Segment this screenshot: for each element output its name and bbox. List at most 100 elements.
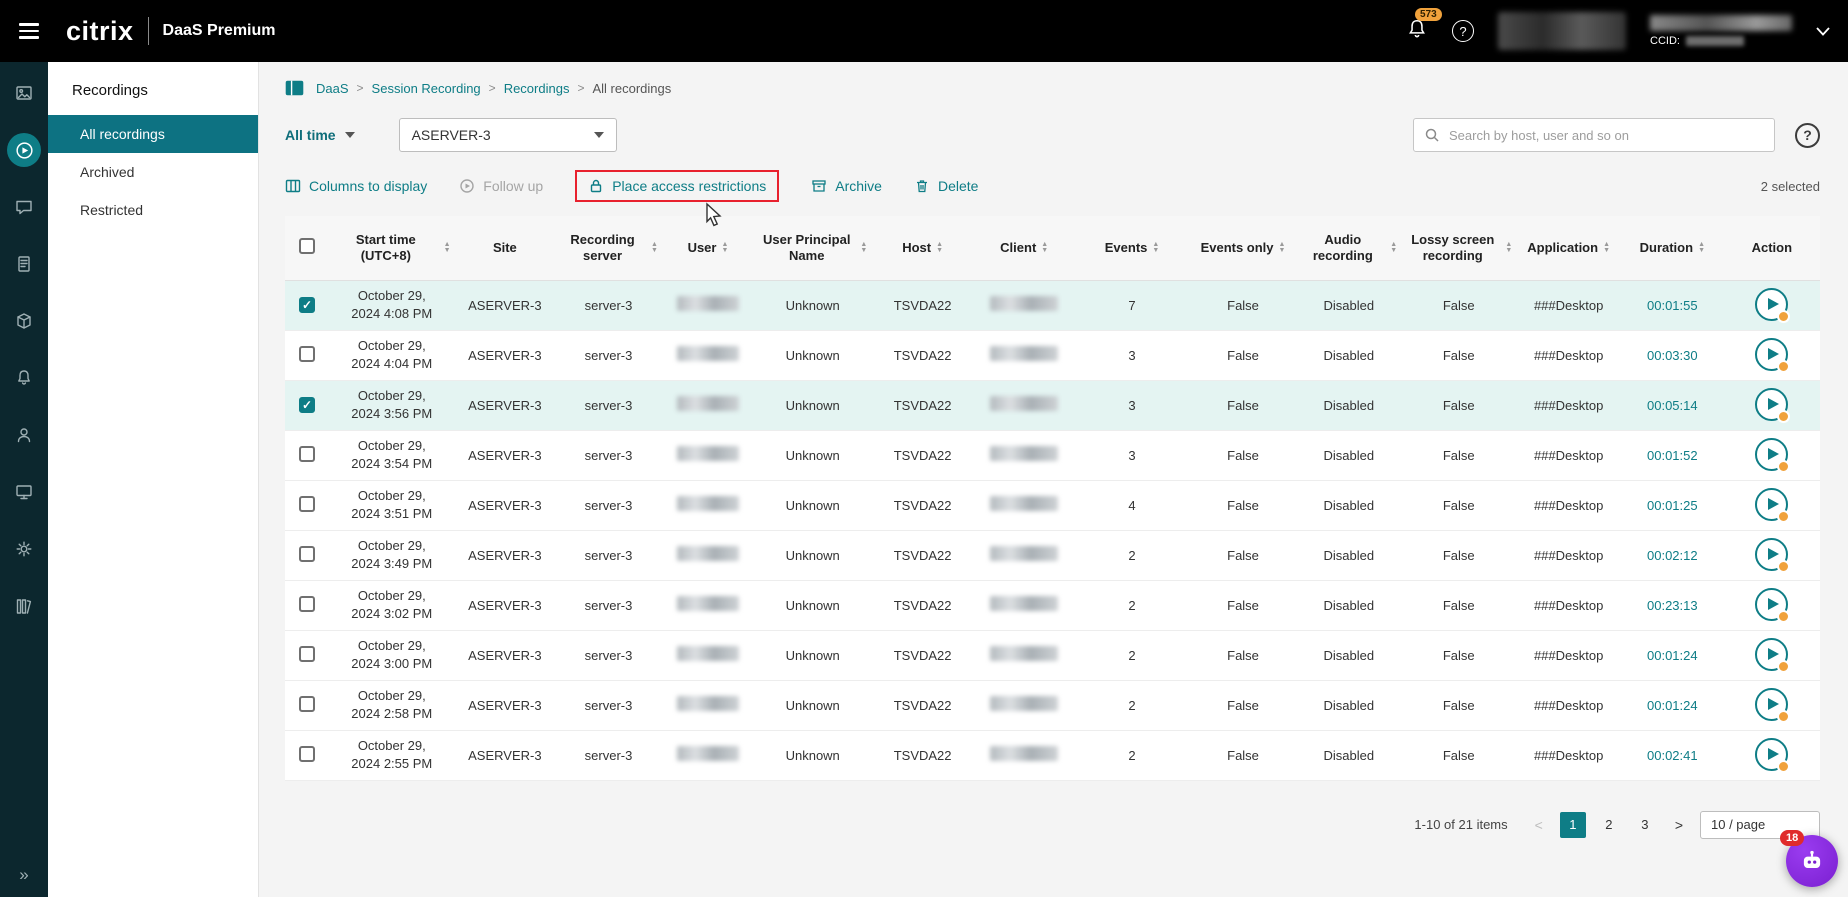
follow-up-button[interactable]: Follow up: [459, 178, 543, 194]
session-recordings-icon[interactable]: [7, 133, 41, 167]
play-recording-button[interactable]: [1755, 688, 1791, 723]
sort-icon[interactable]: ▲ ▼: [936, 241, 943, 254]
sort-icon[interactable]: ▲ ▼: [1041, 241, 1048, 254]
expand-rail-button[interactable]: »: [0, 865, 48, 885]
duration-link[interactable]: 00:03:30: [1647, 348, 1698, 363]
journal-icon[interactable]: [7, 247, 41, 281]
play-recording-button[interactable]: [1755, 388, 1791, 423]
row-checkbox[interactable]: [298, 397, 315, 413]
duration-link[interactable]: 00:23:13: [1647, 598, 1698, 613]
recording-row[interactable]: October 29, 2024 2:58 PM ASERVER-3 serve…: [285, 680, 1820, 731]
column-header-events[interactable]: Events ▲ ▼: [1074, 216, 1190, 281]
duration-link[interactable]: 00:05:14: [1647, 398, 1698, 413]
play-recording-button[interactable]: [1755, 638, 1791, 673]
duration-link[interactable]: 00:02:41: [1647, 748, 1698, 763]
delete-button[interactable]: Delete: [914, 178, 978, 194]
sort-icon[interactable]: ▲ ▼: [860, 241, 867, 254]
identity-icon[interactable]: [7, 418, 41, 452]
recording-row[interactable]: October 29, 2024 3:00 PM ASERVER-3 serve…: [285, 630, 1820, 681]
play-recording-button[interactable]: [1755, 288, 1791, 323]
row-checkbox[interactable]: [298, 745, 315, 762]
column-header-client[interactable]: Client ▲ ▼: [973, 216, 1075, 281]
server-filter-select[interactable]: ASERVER-3: [398, 118, 617, 152]
sort-icon[interactable]: ▲ ▼: [1390, 241, 1397, 254]
recording-row[interactable]: October 29, 2024 3:56 PM ASERVER-3 serve…: [285, 380, 1820, 431]
duration-link[interactable]: 00:01:25: [1647, 498, 1698, 513]
row-checkbox[interactable]: [298, 545, 315, 562]
breadcrumb-item[interactable]: Session Recording: [372, 81, 481, 96]
recording-row[interactable]: October 29, 2024 3:49 PM ASERVER-3 serve…: [285, 530, 1820, 581]
duration-link[interactable]: 00:02:12: [1647, 548, 1698, 563]
column-header-user[interactable]: User ▲ ▼: [661, 216, 755, 281]
page-button-2[interactable]: 2: [1596, 812, 1622, 838]
breadcrumb-item[interactable]: Recordings: [504, 81, 570, 96]
column-header-site[interactable]: Site: [454, 216, 556, 281]
column-header-lossy_screen_recording[interactable]: Lossy screen recording ▲ ▼: [1401, 216, 1517, 281]
sort-icon[interactable]: ▲ ▼: [1505, 241, 1512, 254]
column-header-user_principal_name[interactable]: User Principal Name ▲ ▼: [754, 216, 872, 281]
play-recording-button[interactable]: [1755, 338, 1791, 373]
duration-link[interactable]: 00:01:24: [1647, 698, 1698, 713]
page-button-1[interactable]: 1: [1559, 811, 1586, 838]
recording-row[interactable]: October 29, 2024 3:51 PM ASERVER-3 serve…: [285, 480, 1820, 531]
alerts-icon[interactable]: [7, 361, 41, 395]
recording-row[interactable]: October 29, 2024 4:04 PM ASERVER-3 serve…: [285, 330, 1820, 381]
play-recording-button[interactable]: [1755, 538, 1791, 573]
page-help-button[interactable]: ?: [1795, 122, 1820, 148]
packages-icon[interactable]: [7, 304, 41, 338]
column-header-start_time[interactable]: Start time (UTC+8) ▲ ▼: [328, 216, 455, 281]
row-checkbox[interactable]: [298, 595, 315, 612]
duration-link[interactable]: 00:01:52: [1647, 448, 1698, 463]
play-recording-button[interactable]: [1755, 738, 1791, 773]
duration-link[interactable]: 00:01:55: [1647, 298, 1698, 313]
account-menu-chevron-icon[interactable]: [1816, 26, 1830, 36]
next-page-button[interactable]: >: [1672, 817, 1686, 833]
page-button-3[interactable]: 3: [1632, 812, 1658, 838]
play-recording-button[interactable]: [1755, 588, 1791, 623]
recording-row[interactable]: October 29, 2024 2:55 PM ASERVER-3 serve…: [285, 730, 1820, 781]
recording-row[interactable]: October 29, 2024 4:08 PM ASERVER-3 serve…: [285, 280, 1820, 331]
sidebar-item-archived[interactable]: Archived: [48, 153, 258, 191]
search-input[interactable]: [1449, 127, 1764, 143]
column-header-audio_recording[interactable]: Audio recording ▲ ▼: [1296, 216, 1402, 281]
sort-icon[interactable]: ▲ ▼: [1698, 241, 1705, 254]
recording-row[interactable]: October 29, 2024 3:02 PM ASERVER-3 serve…: [285, 580, 1820, 631]
row-checkbox[interactable]: [298, 645, 315, 662]
time-filter-dropdown[interactable]: All time: [285, 127, 355, 143]
sort-icon[interactable]: ▲ ▼: [1603, 241, 1610, 254]
row-checkbox[interactable]: [298, 695, 315, 712]
play-recording-button[interactable]: [1755, 488, 1791, 523]
row-checkbox[interactable]: [298, 297, 315, 313]
sort-icon[interactable]: ▲ ▼: [1279, 241, 1286, 254]
column-header-recording_server[interactable]: Recording server ▲ ▼: [555, 216, 662, 281]
breadcrumb-item[interactable]: DaaS: [316, 81, 349, 96]
dashboard-icon[interactable]: [7, 76, 41, 110]
sidebar-item-all-recordings[interactable]: All recordings: [48, 115, 258, 153]
recording-row[interactable]: October 29, 2024 3:54 PM ASERVER-3 serve…: [285, 430, 1820, 481]
column-header-duration[interactable]: Duration ▲ ▼: [1621, 216, 1724, 281]
previous-page-button[interactable]: <: [1532, 817, 1546, 833]
sidebar-item-restricted[interactable]: Restricted: [48, 191, 258, 229]
messages-icon[interactable]: [7, 190, 41, 224]
row-checkbox[interactable]: [298, 495, 315, 512]
select-all-checkbox[interactable]: [298, 238, 315, 255]
row-checkbox[interactable]: [298, 345, 315, 362]
devices-icon[interactable]: [7, 475, 41, 509]
column-header-application[interactable]: Application ▲ ▼: [1516, 216, 1621, 281]
library-icon[interactable]: [7, 589, 41, 623]
settings-icon[interactable]: [7, 532, 41, 566]
assistant-button[interactable]: 18: [1780, 830, 1838, 887]
row-checkbox[interactable]: [298, 445, 315, 462]
column-header-action[interactable]: Action: [1723, 216, 1820, 281]
play-recording-button[interactable]: [1755, 438, 1791, 473]
columns-to-display-button[interactable]: Columns to display: [285, 178, 427, 194]
sort-icon[interactable]: ▲ ▼: [1152, 241, 1159, 254]
place-access-restrictions-button[interactable]: Place access restrictions: [588, 178, 766, 194]
sort-icon[interactable]: ▲ ▼: [721, 241, 728, 254]
column-header-host[interactable]: Host ▲ ▼: [871, 216, 974, 281]
sort-icon[interactable]: ▲ ▼: [444, 241, 451, 254]
collapse-panel-icon[interactable]: [285, 80, 304, 96]
duration-link[interactable]: 00:01:24: [1647, 648, 1698, 663]
notifications-button[interactable]: 573: [1406, 7, 1442, 45]
column-header-events_only[interactable]: Events only ▲ ▼: [1189, 216, 1297, 281]
